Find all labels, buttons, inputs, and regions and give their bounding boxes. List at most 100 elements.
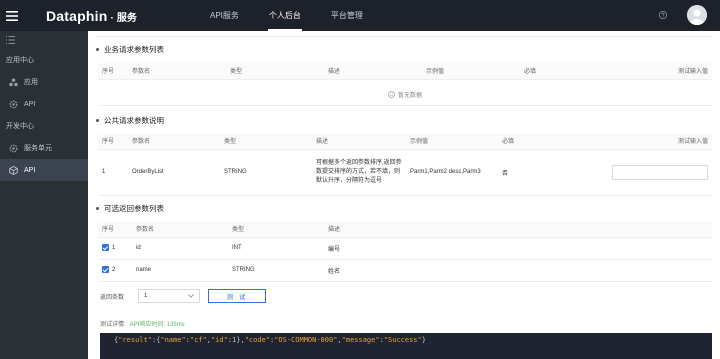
column-header: 参数名 <box>132 221 228 238</box>
column-header: 参数名 <box>128 133 220 150</box>
top-nav: API服务 个人后台 平台管理 <box>195 0 378 31</box>
result-json: {"result":{"name":"cf","id":1},"code":"O… <box>100 333 712 359</box>
public-params-table: 序号 参数名 类型 描述 示例值 必填 测试输入值 1 OrderByList … <box>98 133 712 196</box>
column-header: 示例值 <box>406 133 498 150</box>
sidebar-group-dev-center: 开发中心 <box>6 123 34 130</box>
apps-icon <box>8 77 18 87</box>
column-header: 描述 <box>324 63 422 80</box>
test-value-input[interactable] <box>612 164 708 180</box>
sidebar-item-apps[interactable]: 应用 <box>0 71 88 93</box>
table-row: 1 OrderByList STRING 可根据多个返回参数排序,返回参数提交排… <box>98 149 712 196</box>
json-token-string: "name" <box>160 336 186 344</box>
json-content: "result":{"name":"cf","id":1},"code":"OS… <box>118 336 426 344</box>
column-header: 序号 <box>98 221 132 238</box>
column-header: 描述 <box>312 133 406 150</box>
row-select[interactable]: 1 <box>98 237 132 260</box>
brand-service: 服务 <box>116 12 137 24</box>
sidebar-item-label: API <box>24 100 36 108</box>
json-token-punct: :1}, <box>227 336 245 344</box>
test-detail: 测试详情: API响应时间: 135ms <box>100 319 185 328</box>
return-count-value: 1 <box>144 293 148 299</box>
row-index: 1 <box>98 149 128 196</box>
chevron-down-icon <box>188 294 194 298</box>
param-name: name <box>132 259 228 282</box>
section-bullet-icon <box>96 119 99 122</box>
section-business-params: 业务请求参数列表 <box>96 44 164 55</box>
brand-separator: · <box>110 12 114 24</box>
param-type: STRING <box>228 259 324 282</box>
param-example: Parm1,Parm2 desc,Parm3 <box>406 149 498 196</box>
main-content: 业务请求参数列表 序号 参数名 类型 描述 示例值 必填 测试输入值 暂无数据 … <box>88 31 720 359</box>
table-row: 1 id INT 编号 <box>98 237 712 260</box>
column-header: 必填 <box>498 133 590 150</box>
json-token-punct: } <box>421 336 426 344</box>
column-header: 描述 <box>324 221 712 238</box>
json-token-string: "Success" <box>383 336 422 344</box>
nav-platform-admin[interactable]: 平台管理 <box>316 0 378 31</box>
sidebar-collapse-icon[interactable] <box>0 31 88 49</box>
param-name: OrderByList <box>128 149 220 196</box>
json-token-string: "code" <box>244 336 270 344</box>
sidebar-group-app-center: 应用中心 <box>6 57 34 64</box>
row-select[interactable]: 2 <box>98 259 132 282</box>
section-title: 业务请求参数列表 <box>104 45 164 54</box>
sidebar-item-service-unit[interactable]: 服务单元 <box>0 137 88 159</box>
section-bullet-icon <box>96 48 99 51</box>
param-description: 编号 <box>324 237 712 260</box>
param-required: 否 <box>498 149 590 196</box>
api-latency: API响应时间: 135ms <box>129 322 185 328</box>
param-description: 姓名 <box>324 259 712 282</box>
column-header: 序号 <box>98 133 128 150</box>
empty-state: 暂无数据 <box>98 84 712 106</box>
checkbox-checked[interactable] <box>102 244 109 252</box>
sidebar-item-label: API <box>24 166 36 174</box>
menu-icon[interactable] <box>0 0 24 31</box>
empty-text: 暂无数据 <box>397 93 422 99</box>
json-token-string: "OS-COMMON-000" <box>274 336 338 344</box>
column-header: 类型 <box>226 63 324 80</box>
sidebar-item-api-app[interactable]: API <box>0 93 88 115</box>
row-index: 1 <box>112 245 116 252</box>
return-count-label: 返回条数 <box>100 294 125 301</box>
nav-personal-backend[interactable]: 个人后台 <box>254 0 316 31</box>
json-token-string: "result" <box>118 336 152 344</box>
param-name: id <box>132 237 228 260</box>
user-avatar[interactable] <box>687 5 707 25</box>
brand-name: Dataphin <box>46 7 108 24</box>
top-bar: Dataphin · 服务 API服务 个人后台 平台管理 <box>0 0 720 31</box>
json-token-string: "id" <box>210 336 228 344</box>
test-controls: 返回条数 1 测 试 <box>100 289 266 303</box>
sidebar-item-label: 服务单元 <box>24 145 52 152</box>
section-title: 可选返回参数列表 <box>104 204 164 213</box>
empty-icon <box>388 91 395 98</box>
column-header: 类型 <box>228 221 324 238</box>
test-value-cell <box>590 149 712 196</box>
param-description: 可根据多个返回参数排序,返回参数提交排序的方式，若不填，则默认升序，分隔符为逗号 <box>312 149 406 196</box>
column-header: 测试输入值 <box>620 63 712 80</box>
checkbox-checked[interactable] <box>102 266 109 274</box>
section-public-params: 公共请求参数说明 <box>96 115 164 126</box>
sidebar-item-api-dev[interactable]: API <box>0 159 88 181</box>
previous-section-end <box>96 31 712 37</box>
gear-icon <box>8 99 18 109</box>
logo[interactable]: Dataphin · 服务 <box>46 8 137 24</box>
column-header: 序号 <box>98 63 128 80</box>
test-button[interactable]: 测 试 <box>208 289 266 303</box>
section-title: 公共请求参数说明 <box>104 116 164 125</box>
help-icon[interactable] <box>658 10 668 20</box>
sidebar-item-label: 应用 <box>24 79 38 86</box>
json-token-string: "message" <box>341 336 380 344</box>
column-header: 参数名 <box>128 63 226 80</box>
gear-icon <box>8 143 18 153</box>
table-row: 2 name STRING 姓名 <box>98 259 712 282</box>
cube-icon <box>8 165 18 175</box>
column-header: 类型 <box>220 133 312 150</box>
param-type: STRING <box>220 149 312 196</box>
column-header: 必填 <box>520 63 620 80</box>
return-count-select[interactable]: 1 <box>138 289 200 303</box>
param-type: INT <box>228 237 324 260</box>
business-params-table: 序号 参数名 类型 描述 示例值 必填 测试输入值 <box>98 63 712 80</box>
column-header: 测试输入值 <box>590 133 712 150</box>
json-token-string: "cf" <box>189 336 207 344</box>
nav-api-service[interactable]: API服务 <box>195 0 254 31</box>
